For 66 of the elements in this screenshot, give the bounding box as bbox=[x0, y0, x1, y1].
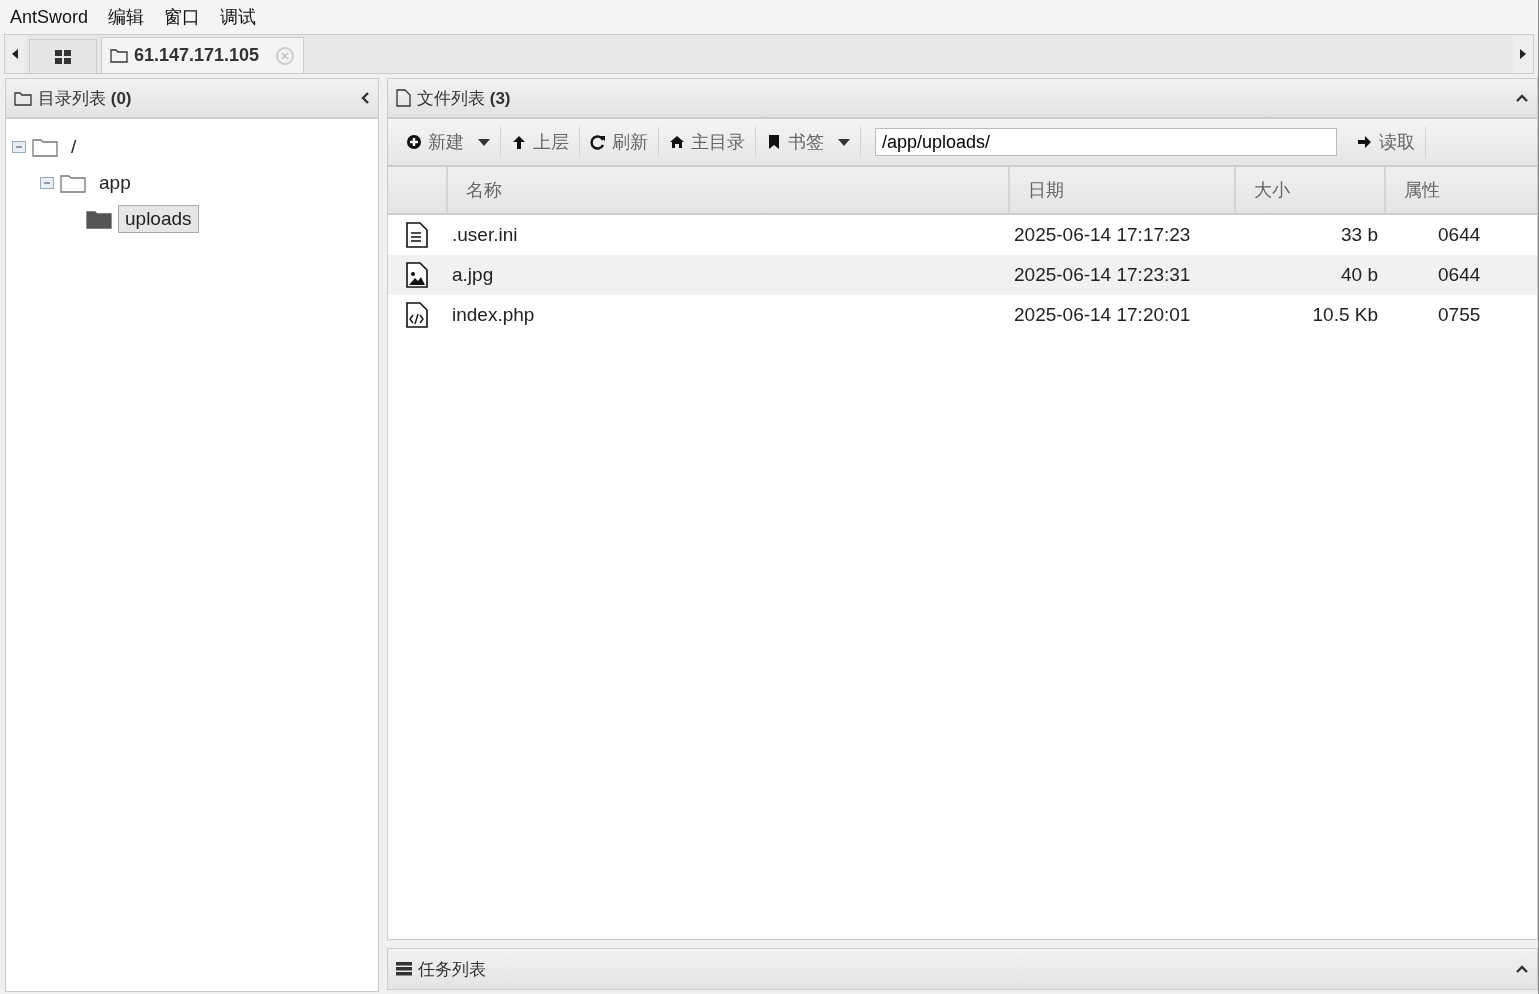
minus-icon bbox=[43, 179, 51, 187]
plus-circle-icon bbox=[406, 134, 422, 150]
toolbar-button[interactable]: 上层 bbox=[501, 127, 579, 157]
grid-icon bbox=[55, 49, 71, 64]
path-field[interactable]: /app/uploads/ bbox=[875, 128, 1337, 156]
folder-icon bbox=[32, 137, 58, 157]
table-row[interactable]: .user.ini 2025-06-14 17:17:23 33 b 0644 bbox=[388, 215, 1537, 255]
minus-icon bbox=[15, 143, 23, 151]
panel-title: 目录列表 (0) bbox=[38, 87, 133, 110]
table-cell-text: 0755 bbox=[1437, 303, 1482, 327]
table-cell-text: 2025-06-14 17:20:01 bbox=[1013, 303, 1192, 327]
table-cell[interactable]: a.jpg bbox=[446, 255, 1008, 295]
toolbar-button[interactable]: 主目录 bbox=[659, 127, 755, 157]
menu-item[interactable]: 调试 bbox=[220, 5, 257, 29]
folder-icon bbox=[86, 209, 112, 229]
file-icon bbox=[396, 89, 411, 107]
panel-title: 任务列表 bbox=[418, 958, 487, 981]
refresh-icon bbox=[590, 134, 606, 150]
read-button[interactable]: 读取 bbox=[1347, 127, 1425, 157]
toolbar-button[interactable]: 新建 bbox=[396, 127, 500, 157]
tree-item[interactable]: uploads bbox=[118, 205, 199, 233]
column-header[interactable]: 名称 bbox=[446, 167, 1008, 215]
menu-item[interactable]: AntSword bbox=[10, 6, 89, 28]
toolbar-button[interactable]: 书签 bbox=[756, 127, 860, 157]
list-icon bbox=[396, 962, 412, 976]
folder-icon bbox=[110, 48, 128, 63]
collapse-toggle[interactable] bbox=[12, 141, 26, 153]
tab[interactable]: 61.147.171.105 bbox=[101, 37, 305, 73]
image-file-icon bbox=[405, 262, 429, 288]
right-arrow-icon bbox=[1357, 134, 1373, 150]
right-triangle-icon bbox=[1520, 49, 1526, 59]
table-cell[interactable]: index.php bbox=[446, 295, 1008, 335]
bookmark-icon bbox=[766, 134, 782, 150]
table-cell-text: 10.5 Kb bbox=[1311, 303, 1379, 327]
tree-item[interactable]: / bbox=[64, 133, 84, 161]
menu-item[interactable]: 窗口 bbox=[164, 5, 201, 29]
column-header[interactable]: 大小 bbox=[1234, 167, 1384, 215]
table-cell-text: 2025-06-14 17:17:23 bbox=[1013, 223, 1192, 247]
tab[interactable] bbox=[29, 39, 97, 73]
collapse-toggle[interactable] bbox=[40, 177, 54, 189]
collapse-left-icon[interactable] bbox=[360, 91, 370, 105]
column-header[interactable]: 日期 bbox=[1008, 167, 1234, 215]
scroll-right-button[interactable] bbox=[1513, 35, 1533, 73]
folder-icon bbox=[14, 90, 32, 106]
table-row[interactable]: a.jpg 2025-06-14 17:23:31 40 b 0644 bbox=[388, 255, 1537, 295]
menu-item[interactable]: 编辑 bbox=[108, 5, 145, 29]
column-header[interactable]: 属性 bbox=[1384, 167, 1537, 215]
folder-icon bbox=[60, 173, 86, 193]
table-cell-text: 33 b bbox=[1340, 223, 1379, 247]
collapse-icon[interactable] bbox=[1515, 964, 1529, 974]
tree-item[interactable]: app bbox=[92, 169, 138, 197]
table-row[interactable]: index.php 2025-06-14 17:20:01 10.5 Kb 0755 bbox=[388, 295, 1537, 335]
table-cell-text: 40 b bbox=[1340, 263, 1379, 287]
table-cell-text: 0644 bbox=[1437, 263, 1482, 287]
table-cell-text: 0644 bbox=[1437, 223, 1482, 247]
table-cell-text: 2025-06-14 17:23:31 bbox=[1013, 263, 1192, 287]
panel-title: 文件列表 (3) bbox=[417, 87, 512, 110]
left-triangle-icon bbox=[12, 49, 18, 59]
text-file-icon bbox=[405, 222, 429, 248]
home-icon bbox=[669, 134, 685, 150]
toolbar-button[interactable]: 刷新 bbox=[580, 127, 658, 157]
collapse-icon[interactable] bbox=[1515, 93, 1529, 103]
scroll-left-button[interactable] bbox=[5, 35, 25, 73]
up-arrow-icon bbox=[511, 134, 527, 150]
table-cell[interactable]: .user.ini bbox=[446, 215, 1008, 255]
code-file-icon bbox=[405, 302, 429, 328]
